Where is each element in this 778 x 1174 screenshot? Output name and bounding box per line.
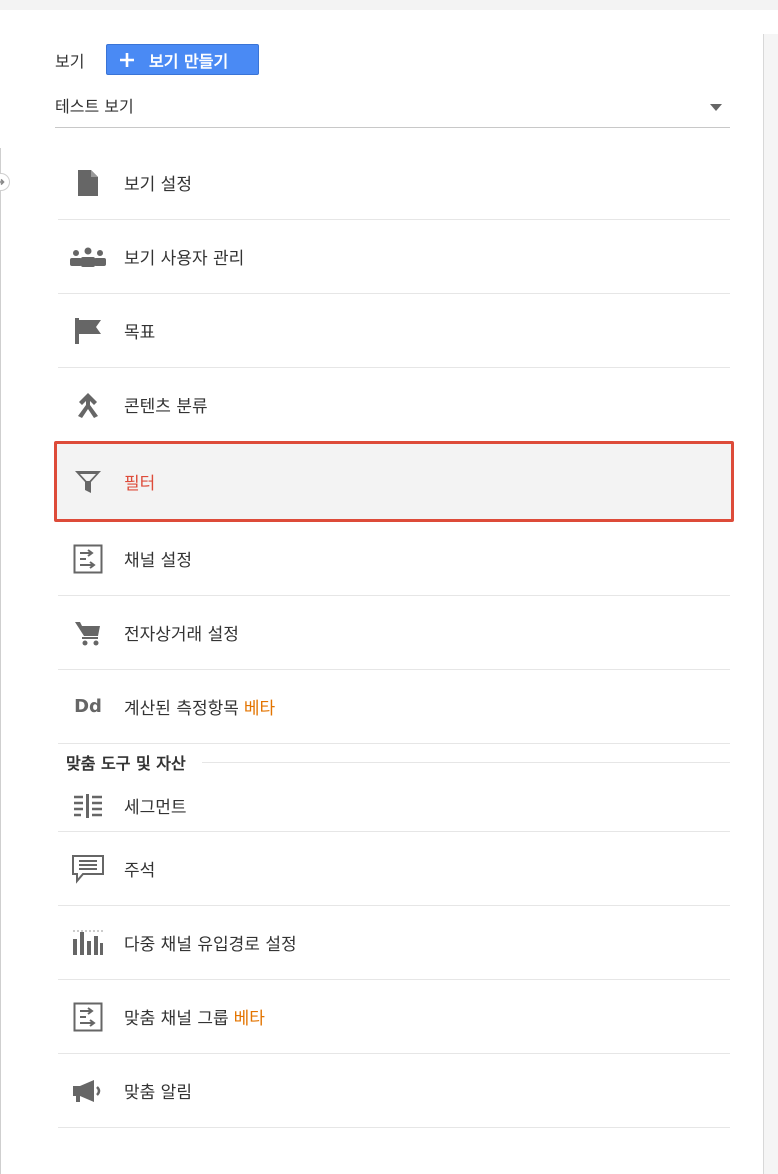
menu-item-label: 주석	[124, 861, 156, 881]
menu-item-label-wrap: 맞춤 채널 그룹 베타	[124, 1004, 265, 1029]
cart-icon	[70, 615, 106, 651]
collapse-toggle-icon[interactable]	[0, 173, 10, 191]
section-title: 맞춤 도구 및 자산	[66, 754, 186, 773]
document-icon	[70, 165, 106, 201]
menu-item-label: 맞춤 채널 그룹	[124, 1009, 229, 1029]
left-rail	[0, 148, 1, 1174]
menu-item-custom-alerts[interactable]: 맞춤 알림	[58, 1054, 730, 1128]
menu-item-label: 세그먼트	[124, 798, 187, 818]
menu-item-label: 전자상거래 설정	[124, 625, 239, 645]
channel-settings-icon	[70, 541, 106, 577]
view-selector[interactable]: 테스트 보기	[55, 88, 730, 128]
menu-item-segments[interactable]: 세그먼트	[58, 780, 730, 832]
menu-item-label: 맞춤 알림	[124, 1083, 192, 1103]
menu-item-content-grouping[interactable]: 콘텐츠 분류	[58, 368, 730, 442]
menu-item-label: 목표	[124, 323, 156, 343]
annotation-icon	[70, 851, 106, 887]
menu-item-ecommerce-settings[interactable]: 전자상거래 설정	[58, 596, 730, 670]
menu-item-label: 보기 사용자 관리	[124, 249, 245, 269]
menu-item-mcf-settings[interactable]: 다중 채널 유입경로 설정	[58, 906, 730, 980]
megaphone-icon	[70, 1073, 106, 1109]
top-bar	[0, 0, 778, 10]
view-selector-value: 테스트 보기	[55, 97, 134, 116]
scrollbar[interactable]	[763, 34, 778, 1174]
menu-item-channel-settings[interactable]: 채널 설정	[58, 522, 730, 596]
menu-item-label: 다중 채널 유입경로 설정	[124, 935, 297, 955]
menu-item-label: 채널 설정	[124, 551, 192, 571]
calculated-metrics-icon: Dd	[74, 696, 102, 717]
menu-item-user-management[interactable]: 보기 사용자 관리	[58, 220, 730, 294]
menu-item-annotations[interactable]: 주석	[58, 832, 730, 906]
section-header: 맞춤 도구 및 자산	[58, 744, 730, 780]
menu-item-label: 계산된 측정항목	[124, 699, 239, 719]
beta-badge: 베타	[243, 699, 276, 719]
filter-icon	[70, 464, 106, 500]
menu-item-label: 보기 설정	[124, 175, 192, 195]
section-divider	[201, 761, 730, 763]
menu-item-label: 필터	[124, 474, 156, 494]
flag-icon	[70, 313, 106, 349]
menu-item-view-settings[interactable]: 보기 설정	[58, 146, 730, 220]
menu-item-label-wrap: 계산된 측정항목 베타	[124, 694, 275, 719]
menu-item-label: 콘텐츠 분류	[124, 397, 208, 417]
chevron-down-icon	[710, 104, 722, 111]
users-icon	[70, 239, 106, 275]
menu-item-custom-channel-grouping[interactable]: 맞춤 채널 그룹 베타	[58, 980, 730, 1054]
bar-chart-icon	[70, 925, 106, 961]
channel-group-icon	[70, 999, 106, 1035]
menu-item-calculated-metrics[interactable]: Dd 계산된 측정항목 베타	[58, 670, 730, 744]
plus-icon	[115, 51, 139, 69]
menu-item-filters[interactable]: 필터	[54, 441, 734, 522]
view-label: 보기	[55, 52, 85, 71]
create-view-button[interactable]: 보기 만들기	[106, 44, 259, 75]
menu-item-goals[interactable]: 목표	[58, 294, 730, 368]
segments-icon	[70, 788, 106, 824]
beta-badge: 베타	[233, 1009, 265, 1029]
create-view-label: 보기 만들기	[149, 51, 229, 71]
view-menu: 보기 설정 보기 사용자 관리 목표 콘텐츠 분류 필터 채널 설정 전자상거래…	[54, 146, 734, 1128]
content-grouping-icon	[70, 387, 106, 423]
